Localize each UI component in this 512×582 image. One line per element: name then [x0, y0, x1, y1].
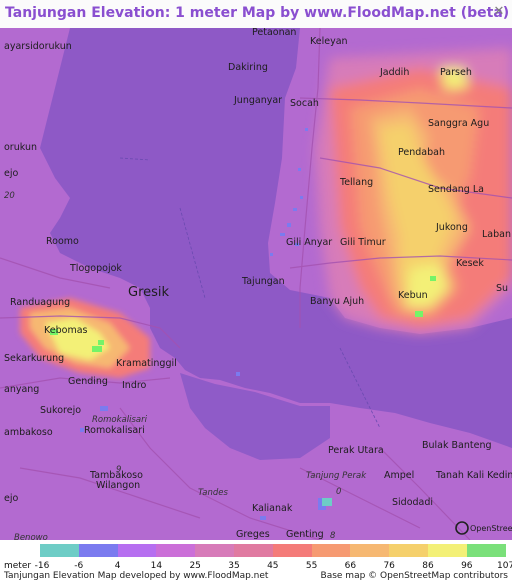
road-number-label: 0: [336, 487, 341, 497]
legend-tick-label: 66: [344, 561, 357, 571]
place-label: Ampel: [384, 470, 414, 481]
legend-tick-label: 45: [267, 561, 279, 571]
place-label: Sukorejo: [40, 405, 81, 416]
legend-tick-label: 86: [422, 561, 434, 571]
legend-tick-label: 107: [497, 561, 512, 571]
place-label: Tanah Kali Kedino: [435, 470, 512, 481]
place-label: ejo: [4, 168, 18, 179]
place-label: Laban: [482, 229, 511, 240]
legend-swatch: [389, 544, 428, 557]
place-label: Tajungan: [241, 276, 285, 287]
place-label: Bulak Banteng: [422, 440, 492, 451]
place-label: Gili Timur: [340, 237, 386, 248]
title-bar: Tanjungan Elevation: 1 meter Map by www.…: [0, 0, 512, 28]
place-label: Sekarkurung: [4, 353, 64, 364]
legend-swatch: [117, 544, 157, 557]
place-label: Tanjung Perak: [306, 471, 367, 481]
place-label: Greges: [236, 529, 270, 540]
legend-swatch: [311, 544, 351, 557]
legend-unit: meter: [4, 561, 32, 571]
place-label: Roomo: [46, 236, 79, 247]
legend-tick-label: 25: [189, 561, 201, 571]
legend-tick-label: -6: [74, 561, 84, 571]
place-label: Genting: [286, 529, 324, 540]
legend-swatch: [466, 544, 506, 557]
legend-tick-label: 76: [383, 561, 395, 571]
place-label: Gresik: [128, 285, 170, 300]
place-label: Tandes: [198, 488, 229, 498]
footer-credit-right: Base map © OpenStreetMap contributors: [320, 571, 508, 581]
legend-swatch: [428, 544, 467, 557]
place-label: Petaonan: [252, 28, 296, 38]
place-label: Junganyar: [233, 95, 282, 106]
legend-swatch: [78, 544, 118, 557]
legend-tick-label: -16: [34, 561, 50, 571]
place-label: Tlogopojok: [69, 263, 122, 274]
place-label: Su: [496, 283, 508, 294]
place-label: Jukong: [435, 222, 468, 233]
legend-swatch: [350, 544, 390, 557]
place-label: Keleyan: [310, 36, 348, 47]
place-label: Sanggra Agu: [428, 118, 489, 129]
cyan-patch: [322, 498, 332, 506]
legend-swatch: [272, 544, 312, 557]
place-label: Sidodadi: [392, 497, 433, 508]
place-label: Socah: [290, 98, 319, 109]
footer-credit-left: Tanjungan Elevation Map developed by www…: [4, 571, 269, 581]
elevation-map[interactable]: Petaonan Keleyan ayarsidorukun Dakiring Jadd…: [0, 28, 512, 540]
legend-tick-label: 96: [461, 561, 473, 571]
legend-swatch: [195, 544, 234, 557]
legend-swatch: [40, 544, 79, 557]
map-title: Tanjungan Elevation: 1 meter Map by www.…: [5, 5, 510, 21]
place-label: orukun: [4, 142, 37, 153]
place-label: ambakoso: [4, 427, 53, 438]
place-label: Randuagung: [10, 297, 70, 308]
legend-swatch: [156, 544, 196, 557]
place-label: Kalianak: [252, 503, 293, 514]
place-label: Tellang: [339, 177, 373, 188]
place-label: Kramatinggil: [116, 358, 177, 369]
legend: meter -16 -6 4 14 25 35 45 55 66 76 86 96 107 Tanjun…: [0, 540, 512, 582]
place-label: Benowo: [14, 533, 48, 540]
road-number-label: 8: [330, 531, 336, 540]
osm-logo-text: OpenStreetMap: [470, 524, 512, 533]
place-label: ayarsidorukun: [4, 41, 72, 52]
place-label: Romokalisari: [84, 425, 145, 436]
close-icon[interactable]: ✕: [492, 5, 506, 19]
place-label: Gili Anyar: [286, 237, 332, 248]
place-label: Pendabah: [398, 147, 445, 158]
place-label: Perak Utara: [328, 445, 384, 456]
legend-tick-label: 14: [150, 561, 163, 571]
place-label: Dakiring: [228, 62, 268, 73]
place-label: Kesek: [456, 258, 484, 269]
place-label: Indro: [122, 380, 147, 391]
place-label: Wilangon: [96, 480, 140, 491]
road-number-label: 20: [4, 191, 15, 201]
place-label: Parseh: [440, 67, 472, 78]
legend-swatch: [234, 544, 273, 557]
place-label: anyang: [4, 384, 39, 395]
place-label: Sendang La: [428, 184, 484, 195]
road-number-label: 9: [116, 465, 121, 475]
place-label: Jaddih: [379, 67, 409, 78]
place-label: Kebomas: [44, 325, 88, 336]
place-label: Gending: [68, 376, 108, 387]
place-label: Kebun: [398, 290, 428, 301]
place-label: Romokalisari: [92, 415, 148, 425]
place-label: Banyu Ajuh: [310, 296, 364, 307]
legend-tick-label: 4: [114, 561, 121, 571]
place-label: ejo: [4, 493, 18, 504]
legend-tick-label: 35: [228, 561, 240, 571]
legend-tick-label: 55: [305, 561, 318, 571]
